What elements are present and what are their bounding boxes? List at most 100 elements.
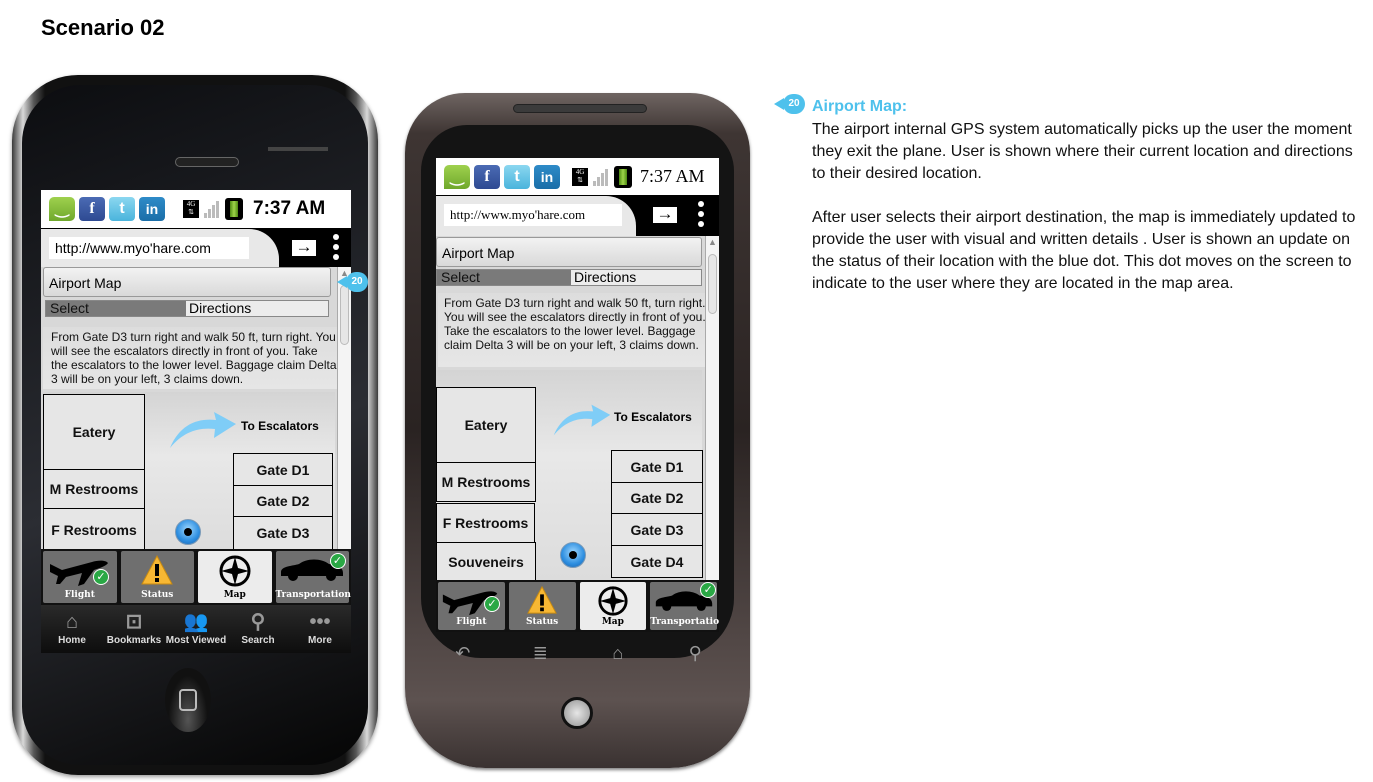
annotation-paragraph-2: After user selects their airport destina… [812,209,1356,292]
map-room-m-restrooms[interactable]: M Restrooms [43,469,145,509]
android-screen: ‿ f t in 4G ⇅ 7:37 AM http://www.myo'hare… [436,158,719,632]
home-icon: ⌂ [65,611,79,633]
nav-map-label: Map [223,590,246,600]
tab-select[interactable]: Select [437,270,571,285]
tab-select[interactable]: Select [46,301,186,316]
check-icon: ✓ [329,553,346,569]
map-gate-d2[interactable]: Gate D2 [611,482,703,514]
message-icon[interactable]: ‿ [444,164,470,189]
go-arrow-icon[interactable]: → [289,237,319,259]
nav-status-label: Status [141,590,174,600]
book-icon: ⊡ [125,611,143,633]
scroll-thumb[interactable] [340,285,349,345]
toolbar-home-label: Home [58,635,86,646]
tab-directions[interactable]: Directions [186,301,328,316]
scroll-up-arrow-icon[interactable]: ▲ [706,236,719,248]
linkedin-icon[interactable]: in [139,197,165,221]
map-room-souveneirs[interactable]: Souveneirs [436,542,536,581]
panel-title: Airport Map [436,237,702,267]
browser-url-bar: http://www.myo'hare.com → [41,229,351,267]
check-icon: ✓ [93,569,109,585]
nav-flight-label: Flight [456,617,487,627]
people-icon: 👥 [183,611,209,633]
toolbar-search-label: Search [241,635,275,646]
map-gate-d1[interactable]: Gate D1 [233,453,333,486]
nav-status-label: Status [525,617,559,627]
facebook-icon[interactable]: f [79,197,105,221]
nav-transportation[interactable]: ✓ Transportation [650,582,719,630]
search-icon[interactable]: ⚲ [657,636,735,670]
map-gate-d1[interactable]: Gate D1 [611,450,703,483]
network-label: 4G [186,200,196,208]
nav-flight[interactable]: ✓ Flight [438,582,505,630]
page-content: Airport Map Select Directions From Gate … [41,267,351,549]
map-room-m-restrooms[interactable]: M Restrooms [436,462,536,502]
android-trackball-button[interactable] [561,697,593,729]
nav-transportation[interactable]: ✓ Transportation [275,551,351,603]
tab-directions[interactable]: Directions [571,270,701,285]
status-bar: ‿ f t in 4G ⇅ 7:37 AM [436,158,719,196]
twitter-icon[interactable]: t [109,197,135,221]
toolbar-search[interactable]: ⚲ Search [227,605,289,653]
map-gate-d4[interactable]: Gate D4 [611,545,703,578]
app-navigation: ✓ Flight Status Map ✓ Transportation [41,549,351,605]
overflow-menu-icon[interactable] [333,234,339,262]
message-icon[interactable]: ‿ [49,197,75,221]
user-location-dot [560,542,586,568]
check-icon: ✓ [484,596,500,612]
nav-map-label: Map [601,617,624,627]
airport-map: Eatery M Restrooms F Restrooms To Escala… [43,392,335,549]
menu-icon[interactable]: ≣ [502,636,580,670]
airport-map: Eatery M Restrooms F Restrooms Souveneir… [436,370,703,582]
iphone-home-button[interactable] [165,668,211,732]
overflow-menu-icon[interactable] [698,201,704,229]
android-system-buttons: ↶ ≣ ⌂ ⚲ [424,636,734,670]
scrollbar[interactable]: ▲ [337,267,351,549]
url-input[interactable]: http://www.myo'hare.com [49,237,249,259]
scrollbar[interactable]: ▲ [705,236,719,582]
android-speaker [513,104,647,113]
nav-status[interactable]: Status [120,551,194,603]
nav-map[interactable]: Map [198,551,272,603]
toolbar-bookmarks[interactable]: ⊡ Bookmarks [103,605,165,653]
toolbar-home[interactable]: ⌂ Home [41,605,103,653]
twitter-icon[interactable]: t [504,164,530,189]
map-room-eatery[interactable]: Eatery [43,394,145,470]
warning-icon [141,554,174,585]
segmented-control: Select Directions [436,269,702,286]
map-room-eatery[interactable]: Eatery [436,387,536,463]
back-icon[interactable]: ↶ [424,636,502,670]
nav-status[interactable]: Status [508,582,576,630]
url-input[interactable]: http://www.myo'hare.com [444,204,622,226]
annotation-badge: 20 [774,94,805,114]
facebook-icon[interactable]: f [474,164,500,189]
warning-icon [527,585,557,614]
iphone-sleep-button [268,147,328,151]
home-icon[interactable]: ⌂ [579,636,657,670]
linkedin-icon[interactable]: in [534,164,560,189]
page-content: Airport Map Select Directions From Gate … [436,236,719,582]
signal-strength-icon [204,200,219,218]
escalator-arrow-icon [170,412,236,448]
home-square-icon [179,689,197,711]
map-room-f-restrooms[interactable]: F Restrooms [436,503,535,543]
map-gate-d2[interactable]: Gate D2 [233,485,333,517]
go-arrow-icon[interactable]: → [650,204,680,226]
scroll-thumb[interactable] [708,254,717,314]
toolbar-more-label: More [308,635,332,646]
compass-icon [598,586,628,616]
ios-browser-toolbar: ⌂ Home ⊡ Bookmarks 👥 Most Viewed ⚲ Search ••… [41,605,351,653]
network-label: 4G [575,167,585,176]
network-4g-icon: 4G ⇅ [183,200,199,218]
map-room-f-restrooms[interactable]: F Restrooms [43,508,145,549]
page-title: Scenario 02 [41,15,165,40]
nav-transportation-label: Transportation [650,617,719,627]
toolbar-most-viewed[interactable]: 👥 Most Viewed [165,605,227,653]
map-gate-d3[interactable]: Gate D3 [233,516,333,549]
map-gate-d3[interactable]: Gate D3 [611,513,703,546]
toolbar-more[interactable]: ••• More [289,605,351,653]
annotation-title: Airport Map: [812,98,908,115]
nav-flight[interactable]: ✓ Flight [43,551,117,603]
nav-map[interactable]: Map [579,582,647,630]
escalator-label: To Escalators [241,419,319,433]
